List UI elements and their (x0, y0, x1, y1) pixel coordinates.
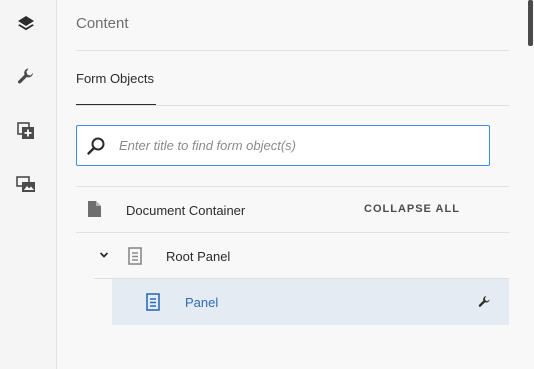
properties-button[interactable] (14, 64, 38, 88)
scrollbar-thumb[interactable] (528, 0, 533, 46)
search-input[interactable] (119, 126, 479, 165)
wrench-icon (18, 68, 33, 84)
panel-title: Content (76, 15, 129, 32)
scrollbar[interactable] (527, 0, 534, 369)
panel-label: Panel (185, 295, 219, 310)
document-container-label: Document Container (126, 203, 246, 218)
tab-divider (76, 105, 509, 106)
tree-row-panel[interactable]: Panel (112, 279, 509, 325)
wrench-icon[interactable] (478, 295, 491, 308)
left-rail (0, 0, 57, 369)
tab-form-objects[interactable]: Form Objects (76, 71, 154, 86)
media-icon (16, 176, 35, 192)
document-icon (88, 201, 101, 217)
panel-icon (128, 247, 142, 265)
layers-icon (18, 16, 34, 31)
root-panel-label: Root Panel (166, 249, 231, 264)
title-divider (76, 50, 509, 51)
search-icon (87, 137, 105, 155)
panel-icon (146, 293, 160, 311)
collapse-all-button[interactable]: COLLAPSE ALL (364, 203, 460, 215)
add-box-icon (17, 122, 34, 139)
add-component-button[interactable] (14, 119, 38, 143)
tree-row-root-panel[interactable]: Root Panel (57, 233, 527, 279)
chevron-down-icon[interactable] (99, 251, 109, 259)
search-box (76, 125, 490, 166)
content-panel: Content Form Objects Document Container … (57, 0, 527, 369)
assets-button[interactable] (14, 172, 38, 196)
layers-button[interactable] (14, 12, 38, 36)
